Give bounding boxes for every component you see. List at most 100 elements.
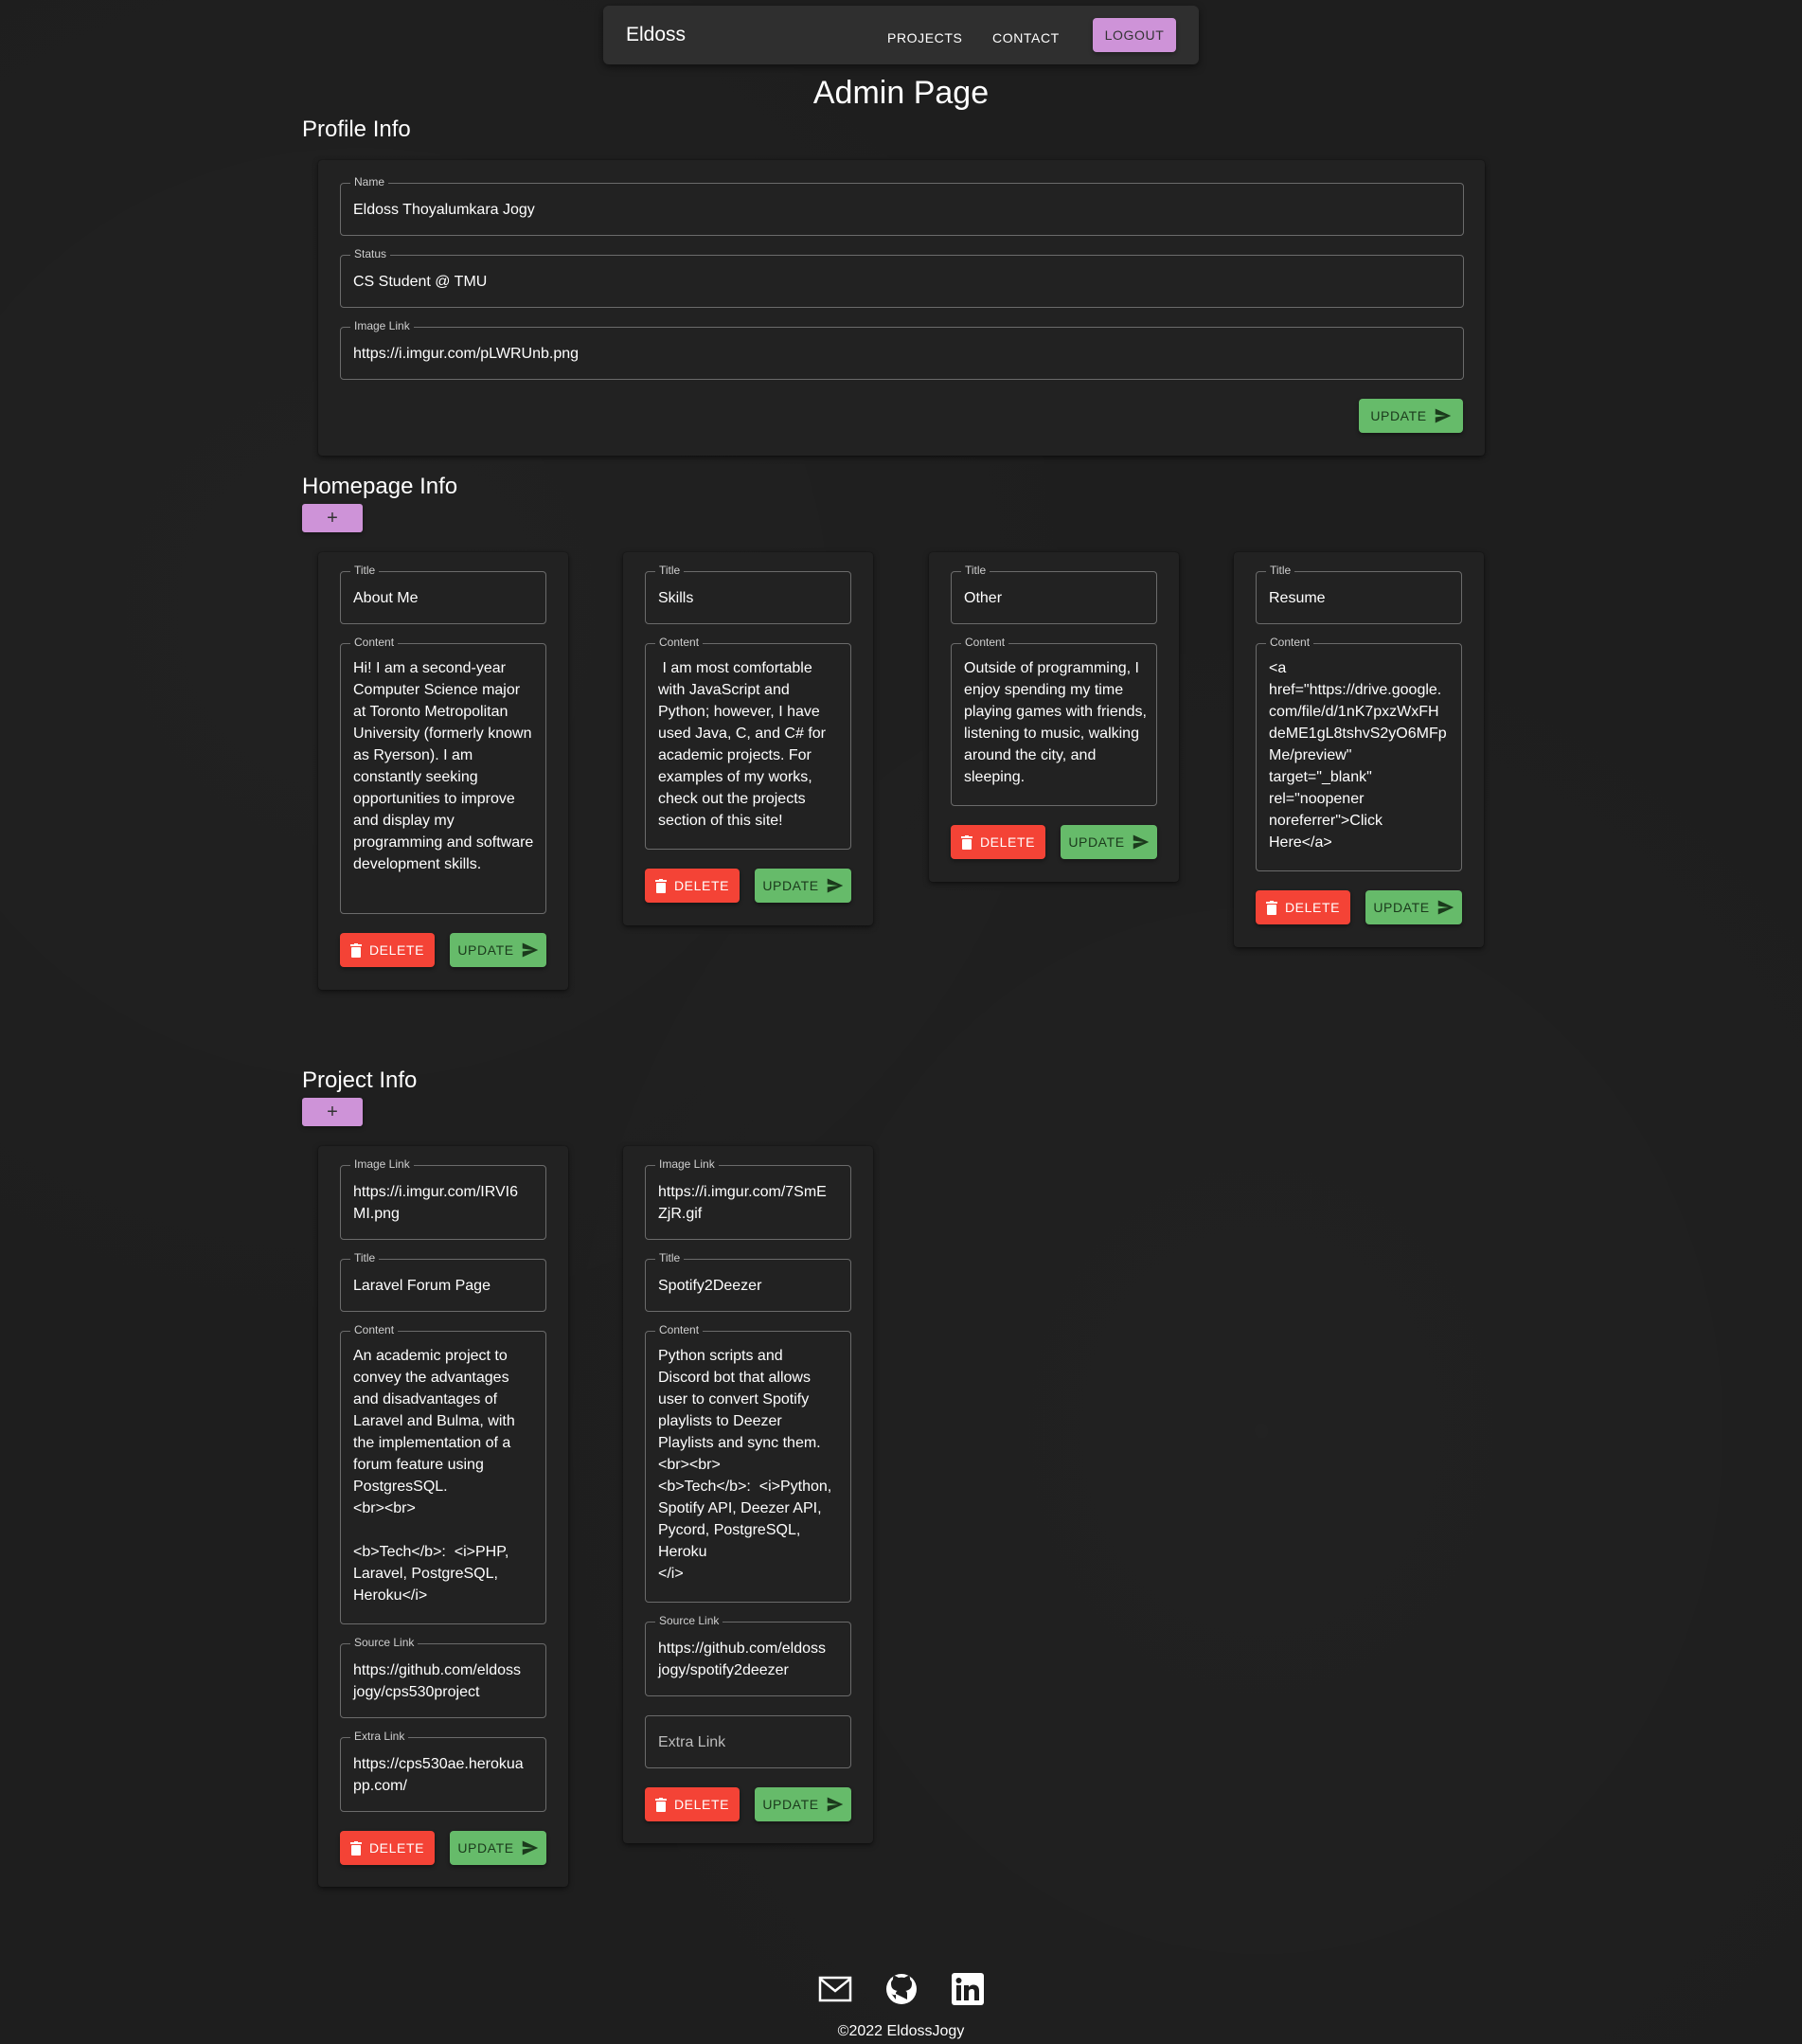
extra-link-placeholder: Extra Link — [658, 1734, 726, 1750]
update-label: UPDATE — [1370, 408, 1427, 423]
project-image-link-field[interactable]: Image Link https://i.imgur.com/IRVI6 MI.… — [340, 1157, 546, 1240]
add-project-button[interactable]: + — [302, 1098, 363, 1126]
delete-button[interactable]: DELETE — [1256, 890, 1350, 924]
content-field-label: Content — [655, 636, 704, 649]
name-field-label: Name — [350, 175, 389, 188]
homepage-title-field[interactable]: Title Resume — [1256, 564, 1462, 624]
github-icon[interactable] — [883, 1970, 920, 2008]
delete-button[interactable]: DELETE — [645, 869, 740, 903]
status-field[interactable]: Status CS Student @ TMU — [340, 247, 1464, 308]
trash-icon — [349, 1840, 362, 1856]
delete-button[interactable]: DELETE — [340, 933, 435, 967]
send-icon — [1133, 834, 1149, 850]
add-homepage-button[interactable]: + — [302, 504, 363, 532]
update-button[interactable]: UPDATE — [1061, 825, 1157, 859]
delete-label: DELETE — [673, 878, 730, 893]
project-title-field[interactable]: Title Laravel Forum Page — [340, 1251, 546, 1312]
content-field-label: Content — [961, 636, 1009, 649]
homepage-title-field[interactable]: Title Other — [951, 564, 1157, 624]
update-label: UPDATE — [457, 942, 514, 958]
project-card: Image Link https://i.imgur.com/7SmE ZjR.… — [623, 1146, 873, 1843]
homepage-content-field[interactable]: Content Hi! I am a second-year Computer … — [340, 636, 546, 914]
update-button[interactable]: UPDATE — [450, 1831, 546, 1865]
image-link-field-value: https://i.imgur.com/IRVI6 MI.png — [353, 1184, 518, 1222]
delete-button[interactable]: DELETE — [645, 1787, 740, 1821]
project-content-field[interactable]: Content An academic project to convey th… — [340, 1323, 546, 1624]
profile-card: Name Eldoss Thoyalumkara Jogy Status CS … — [318, 160, 1485, 456]
update-label: UPDATE — [762, 878, 819, 893]
brand-logo[interactable]: Eldoss — [626, 24, 686, 46]
project-card: Image Link https://i.imgur.com/IRVI6 MI.… — [318, 1146, 568, 1887]
footer-copyright: ©2022 EldossJogy — [837, 2023, 965, 2039]
homepage-content-field[interactable]: Content <a href="https://drive.google. c… — [1256, 636, 1462, 871]
profile-section-title: Profile Info — [302, 117, 411, 142]
nav-projects-link[interactable]: PROJECTS — [887, 30, 962, 45]
update-button[interactable]: UPDATE — [755, 869, 851, 903]
title-field-value: Resume — [1269, 590, 1326, 606]
homepage-title-field[interactable]: Title Skills — [645, 564, 851, 624]
trash-icon — [654, 1797, 667, 1812]
source-link-field-label: Source Link — [350, 1636, 419, 1649]
send-icon — [522, 1840, 538, 1856]
update-button[interactable]: UPDATE — [450, 933, 546, 967]
homepage-card: Title About Me Content Hi! I am a second… — [318, 552, 568, 990]
title-field-label: Title — [961, 564, 990, 577]
name-field[interactable]: Name Eldoss Thoyalumkara Jogy — [340, 175, 1464, 236]
profile-update-button[interactable]: UPDATE — [1359, 399, 1463, 433]
send-icon — [827, 1797, 843, 1812]
source-link-field-value: https://github.com/eldoss jogy/spotify2d… — [658, 1641, 826, 1678]
image-link-field[interactable]: Image Link https://i.imgur.com/pLWRUnb.p… — [340, 319, 1464, 380]
content-field-label: Content — [1266, 636, 1314, 649]
project-image-link-field[interactable]: Image Link https://i.imgur.com/7SmE ZjR.… — [645, 1157, 851, 1240]
update-button[interactable]: UPDATE — [755, 1787, 851, 1821]
send-icon — [827, 878, 843, 893]
delete-button[interactable]: DELETE — [951, 825, 1045, 859]
status-field-label: Status — [350, 247, 391, 260]
send-icon — [1435, 408, 1451, 423]
source-link-field-label: Source Link — [655, 1614, 723, 1627]
nav-contact-link[interactable]: CONTACT — [992, 30, 1060, 45]
title-field-label: Title — [350, 1251, 380, 1264]
content-field-value: Hi! I am a second-year Computer Science … — [353, 660, 538, 872]
linkedin-icon[interactable] — [949, 1970, 987, 2008]
project-title-field[interactable]: Title Spotify2Deezer — [645, 1251, 851, 1312]
project-section-title: Project Info — [302, 1067, 418, 1093]
status-field-value: CS Student @ TMU — [353, 274, 488, 290]
send-icon — [1437, 900, 1454, 915]
content-field-value: An academic project to convey the advant… — [353, 1348, 515, 1604]
title-field-value: Other — [964, 590, 1003, 606]
page-title: Admin Page — [812, 75, 990, 111]
update-label: UPDATE — [1068, 834, 1125, 850]
footer-icons — [0, 1970, 1802, 2008]
extra-link-field-label: Extra Link — [350, 1730, 409, 1743]
project-content-field[interactable]: Content Python scripts and Discord bot t… — [645, 1323, 851, 1603]
homepage-content-field[interactable]: Content Outside of programming, I enjoy … — [951, 636, 1157, 806]
delete-button[interactable]: DELETE — [340, 1831, 435, 1865]
logout-button[interactable]: LOGOUT — [1093, 18, 1176, 52]
trash-icon — [654, 878, 667, 893]
homepage-card: Title Skills Content I am most comfortab… — [623, 552, 873, 925]
homepage-content-field[interactable]: Content I am most comfortable with JavaS… — [645, 636, 851, 850]
delete-label: DELETE — [368, 942, 425, 958]
project-extra-link-field[interactable]: Extra Link https://cps530ae.herokua pp.c… — [340, 1730, 546, 1812]
content-field-label: Content — [350, 1323, 399, 1336]
title-field-value: About Me — [353, 590, 419, 606]
project-source-link-field[interactable]: Source Link https://github.com/eldoss jo… — [340, 1636, 546, 1718]
title-field-value: Skills — [658, 590, 694, 606]
content-field-value: Outside of programming, I enjoy spending… — [964, 660, 1151, 785]
image-link-field-label: Image Link — [350, 1157, 414, 1171]
trash-icon — [960, 834, 972, 850]
project-extra-link-field[interactable]: Extra Link — [645, 1715, 851, 1768]
mail-icon[interactable] — [816, 1970, 854, 2008]
update-button[interactable]: UPDATE — [1365, 890, 1462, 924]
trash-icon — [1265, 900, 1277, 915]
source-link-field-value: https://github.com/eldoss jogy/cps530pro… — [353, 1662, 521, 1700]
homepage-title-field[interactable]: Title About Me — [340, 564, 546, 624]
title-field-label: Title — [655, 1251, 685, 1264]
update-label: UPDATE — [457, 1840, 514, 1856]
image-link-field-value: https://i.imgur.com/pLWRUnb.png — [353, 346, 580, 362]
project-source-link-field[interactable]: Source Link https://github.com/eldoss jo… — [645, 1614, 851, 1696]
title-field-value: Laravel Forum Page — [353, 1278, 491, 1294]
top-navbar: Eldoss PROJECTS CONTACT LOGOUT — [603, 6, 1199, 64]
homepage-section-title: Homepage Info — [302, 474, 458, 499]
